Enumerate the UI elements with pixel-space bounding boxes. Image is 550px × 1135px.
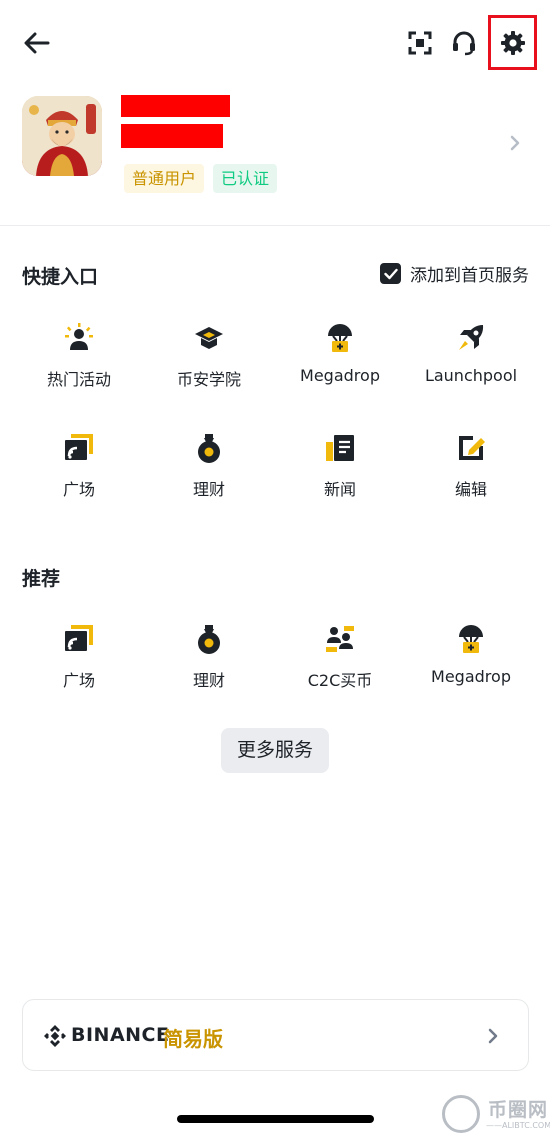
checkbox-checked-icon[interactable] [380,263,401,284]
id-redaction [121,124,223,148]
binance-brand-text: BINANCE [71,1024,170,1046]
hot-activity-icon [63,322,95,354]
square-feed-icon [63,432,95,464]
academy-icon [193,322,225,354]
quick-item-label: Megadrop [300,366,380,385]
watermark: 币圈网 ——ALIBTC.COM—— [440,1095,550,1133]
recommended-item-earn[interactable]: 理财 [144,623,274,703]
recommended-item-square[interactable]: 广场 [14,623,144,703]
recommended-item-label: 理财 [192,671,225,690]
chevron-right-icon [485,1026,501,1046]
name-redaction [121,95,230,117]
recommended-item-label: C2C买币 [307,671,373,690]
quick-item-megadrop[interactable]: Megadrop [275,322,405,402]
section-divider [0,225,550,226]
support-button[interactable] [447,26,481,60]
quick-item-label: 广场 [62,480,95,499]
back-button[interactable] [20,26,54,60]
add-to-home-label: 添加到首页服务 [410,266,529,286]
quick-access-title: 快捷入口 [22,266,99,288]
binance-lite-card[interactable]: BINANCE 简易版 [22,999,529,1071]
lite-edition-text: 简易版 [163,1027,223,1051]
quick-item-earn[interactable]: 理财 [144,432,274,512]
quick-item-label: Launchpool [424,366,518,385]
quick-item-edit[interactable]: 编辑 [406,432,536,512]
gear-icon [500,30,525,55]
square-feed-icon [63,623,95,655]
watermark-text: 币圈网 [488,1099,549,1121]
recommended-item-megadrop[interactable]: Megadrop [406,623,536,703]
megadrop-icon [455,623,487,655]
user-type-badge: 普通用户 [124,164,205,193]
settings-button[interactable] [488,15,537,70]
recommended-item-label: 广场 [62,671,95,690]
arrow-left-icon [24,32,50,54]
scan-button[interactable] [403,26,437,60]
chevron-right-icon[interactable] [506,132,524,154]
verified-badge: 已认证 [213,164,278,193]
quick-item-academy[interactable]: 币安学院 [144,322,274,402]
home-indicator [177,1115,374,1123]
quick-item-label: 新闻 [323,480,356,499]
avatar-image [22,96,102,176]
quick-item-square[interactable]: 广场 [14,432,144,512]
add-to-home-toggle[interactable]: 添加到首页服务 [380,261,529,286]
watermark-logo-icon [442,1095,480,1133]
recommended-item-c2c[interactable]: C2C买币 [275,623,405,703]
launchpool-rocket-icon [455,322,487,354]
recommended-title: 推荐 [22,568,61,590]
binance-logo-icon [44,1025,66,1047]
scan-icon [408,31,432,55]
more-services-button[interactable]: 更多服务 [221,728,329,773]
recommended-item-label: Megadrop [431,667,511,686]
headset-icon [453,31,475,56]
megadrop-icon [324,322,356,354]
quick-item-label: 币安学院 [176,370,241,389]
news-icon [324,432,356,464]
earn-icon [193,623,225,655]
watermark-url: ——ALIBTC.COM—— [486,1121,550,1130]
quick-item-news[interactable]: 新闻 [275,432,405,512]
profile-card[interactable]: 普通用户 已认证 [0,88,550,208]
top-bar [0,0,550,84]
c2c-icon [324,623,356,655]
quick-item-label: 理财 [192,480,225,499]
quick-item-label: 热门活动 [46,370,111,389]
edit-icon [455,432,487,464]
earn-icon [193,432,225,464]
avatar [22,96,102,176]
quick-item-label: 编辑 [454,480,487,499]
quick-item-hot-activity[interactable]: 热门活动 [14,322,144,402]
quick-item-launchpool[interactable]: Launchpool [406,322,536,402]
